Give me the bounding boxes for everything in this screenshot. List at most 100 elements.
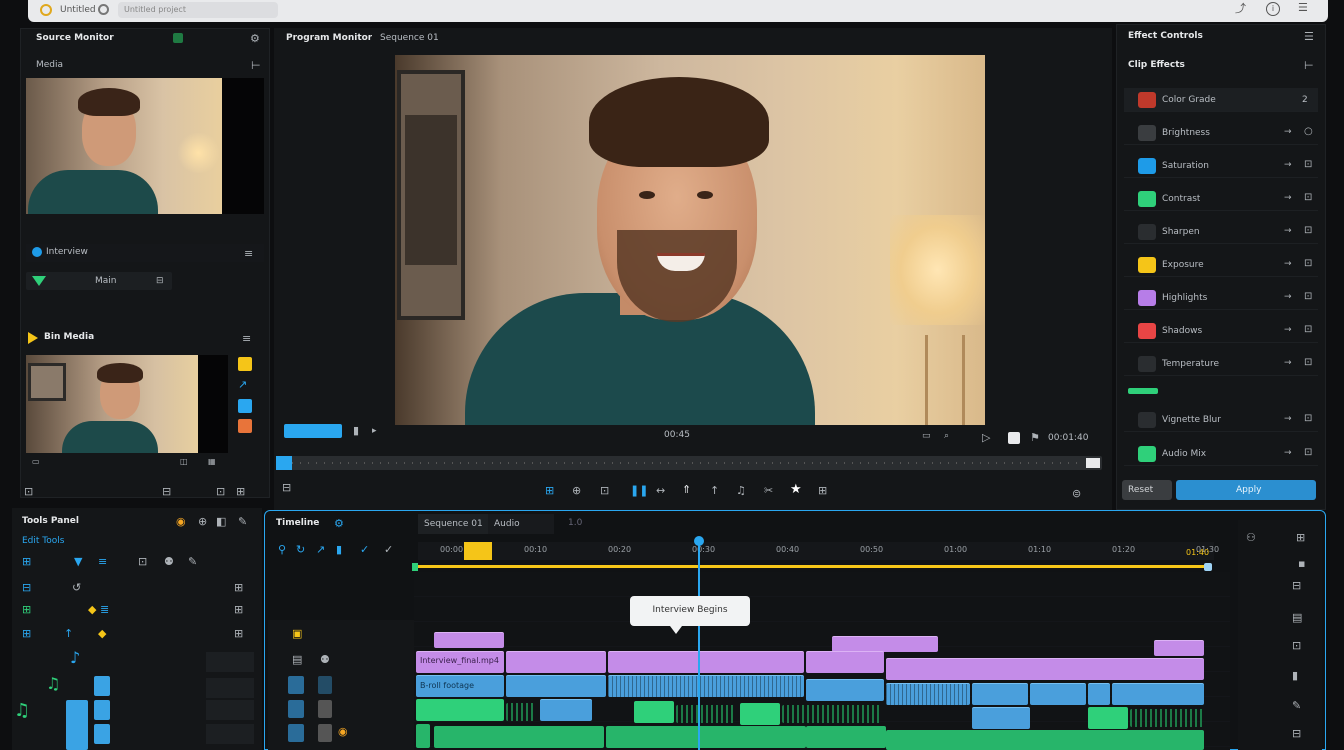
audio-block-blue-2[interactable] (972, 707, 1030, 729)
track-blue-1[interactable] (288, 676, 304, 694)
music-clip-3[interactable] (606, 726, 806, 748)
in-marker[interactable] (464, 542, 492, 560)
tools-icon-20[interactable]: ◆ (98, 628, 106, 639)
side-icon-5[interactable]: ▤ (1292, 612, 1302, 623)
side-icon-8[interactable]: ✎ (1292, 700, 1301, 711)
purple-track-clip-5[interactable] (886, 658, 1204, 680)
audio-clip-2[interactable] (634, 701, 674, 723)
tools-icon-19[interactable]: ↑ (64, 628, 73, 639)
bin-crop-icon-4[interactable]: ⊞ (236, 486, 245, 497)
music-clip-1[interactable] (416, 724, 430, 748)
toolbar-icon-10[interactable]: ⊞ (818, 485, 827, 496)
apply-button[interactable]: Apply (1176, 480, 1316, 500)
bin-square-icon[interactable] (238, 399, 252, 413)
side-icon-3[interactable]: ▪ (1298, 558, 1305, 569)
track-audio-icon[interactable]: ⚉ (320, 654, 330, 665)
effects-pin-icon[interactable]: ⊢ (1304, 60, 1314, 71)
tools-icon-17[interactable]: ⊞ (234, 604, 243, 615)
tools-icon-15[interactable]: ◆ (88, 604, 96, 615)
track-orange-icon[interactable]: ◉ (338, 726, 348, 737)
tool-block-2[interactable] (94, 700, 110, 720)
tl-tool-1[interactable]: ⚲ (278, 544, 286, 555)
effect-toggle-icon[interactable]: → (1284, 293, 1292, 302)
work-area-start[interactable] (412, 563, 418, 571)
effect-toggle-icon[interactable]: → (1284, 359, 1292, 368)
tools-icon-14[interactable]: ⊞ (22, 604, 31, 615)
timeline-tab-2[interactable]: Audio (488, 514, 554, 534)
ruler-icon[interactable]: ▸ (372, 427, 377, 436)
music-note-icon[interactable]: ♪ (70, 650, 80, 666)
viewer-tab-1[interactable]: Program Monitor (286, 33, 372, 43)
music-clip-4[interactable] (806, 726, 886, 748)
side-icon-1[interactable]: ⚇ (1246, 532, 1256, 543)
white-square-icon[interactable] (1008, 432, 1020, 444)
video-clip-5[interactable] (886, 683, 970, 705)
tab-label[interactable]: Untitled (60, 5, 96, 15)
tool-block-1[interactable] (94, 676, 110, 696)
timeline-tab-3[interactable]: 1.0 (568, 518, 582, 528)
menu-icon[interactable]: ☰ (1298, 2, 1308, 13)
address-field[interactable]: Untitled project (118, 2, 278, 18)
viewer-tab-2[interactable]: Sequence 01 (380, 33, 439, 43)
tools-icon-21[interactable]: ⊞ (234, 628, 243, 639)
track-blue-4[interactable] (288, 724, 304, 742)
bin-thumbnail[interactable] (26, 355, 198, 453)
tools-icon-4[interactable]: ✎ (238, 516, 247, 527)
track-gray-4[interactable] (318, 724, 332, 742)
audio-wave-4[interactable] (1130, 709, 1204, 727)
export-icon[interactable]: ⊟ (282, 482, 291, 493)
dropdown-icon[interactable]: ⊟ (156, 277, 164, 286)
tools-icon-10[interactable]: ✎ (188, 556, 197, 567)
audio-clip-1[interactable] (416, 699, 504, 721)
tl-tool-6[interactable]: ✓ (384, 544, 393, 555)
playhead-line[interactable] (698, 540, 700, 750)
music-note-icon-2[interactable]: ♫ (46, 676, 60, 692)
effect-toggle-icon[interactable]: → (1284, 227, 1292, 236)
purple-track-clip-2[interactable] (506, 651, 606, 673)
tool-block-4[interactable] (66, 700, 88, 750)
bin-menu-icon[interactable]: ≡ (242, 333, 251, 344)
bin-yellow-icon[interactable] (238, 357, 252, 371)
bin-blue-icon[interactable]: ↗ (238, 379, 247, 390)
tools-icon-9[interactable]: ⚉ (164, 556, 174, 567)
side-icon-7[interactable]: ▮ (1292, 670, 1298, 681)
tools-icon-6[interactable]: ▼ (74, 556, 82, 567)
source-thumbnail[interactable] (26, 78, 222, 214)
effect-toggle-icon[interactable]: → (1284, 161, 1292, 170)
bin-small-icon-1[interactable]: ▭ (32, 458, 40, 466)
tools-icon-7[interactable]: ≡ (98, 556, 107, 567)
tools-icon-8[interactable]: ⊡ (138, 556, 147, 567)
toolbar-icon-11[interactable]: ⊜ (1072, 488, 1081, 499)
video-clip-9[interactable] (1112, 683, 1204, 705)
effect-toggle-icon[interactable]: → (1284, 326, 1292, 335)
star-icon[interactable]: ★ (790, 483, 802, 496)
effect-options-icon[interactable]: ○ (1304, 127, 1313, 137)
toolbar-icon-6[interactable]: ⇑ (682, 484, 691, 495)
effect-toggle-icon[interactable]: → (1284, 449, 1292, 458)
effect-toggle-icon[interactable]: → (1284, 260, 1292, 269)
video-clip-7[interactable] (1030, 683, 1086, 705)
effect-options-icon[interactable]: ⊡ (1304, 325, 1312, 335)
effects-menu-icon[interactable]: ☰ (1304, 31, 1314, 42)
toolbar-icon-2[interactable]: ⊕ (572, 485, 581, 496)
side-icon-9[interactable]: ⊟ (1292, 728, 1301, 739)
bin-crop-icon-2[interactable]: ⊟ (162, 486, 171, 497)
tl-tool-5[interactable]: ✓ (360, 544, 369, 555)
tl-tool-4[interactable]: ▮ (336, 544, 342, 555)
effect-options-icon[interactable]: ⊡ (1304, 448, 1312, 458)
bin-small-icon-2[interactable]: ◫ (180, 458, 188, 466)
playhead-handle[interactable] (694, 536, 704, 546)
audio-wave-3[interactable] (782, 705, 882, 723)
effect-toggle-icon[interactable]: → (1284, 128, 1292, 137)
tl-tool-2[interactable]: ↻ (296, 544, 305, 555)
effect-options-icon[interactable]: ⊡ (1304, 193, 1312, 203)
toolbar-icon-8[interactable]: ♫ (736, 485, 746, 496)
toolbar-icon-4[interactable]: ❚❚ (630, 485, 648, 496)
settings-icon[interactable]: ⚙ (250, 33, 260, 44)
music-clip-2[interactable] (434, 726, 604, 748)
track-blue-2[interactable] (318, 676, 332, 694)
track-lock-icon[interactable]: ▣ (292, 628, 302, 639)
effect-options-icon[interactable]: ⊡ (1304, 358, 1312, 368)
side-icon-4[interactable]: ⊟ (1292, 580, 1301, 591)
tool-block-3[interactable] (94, 724, 110, 744)
